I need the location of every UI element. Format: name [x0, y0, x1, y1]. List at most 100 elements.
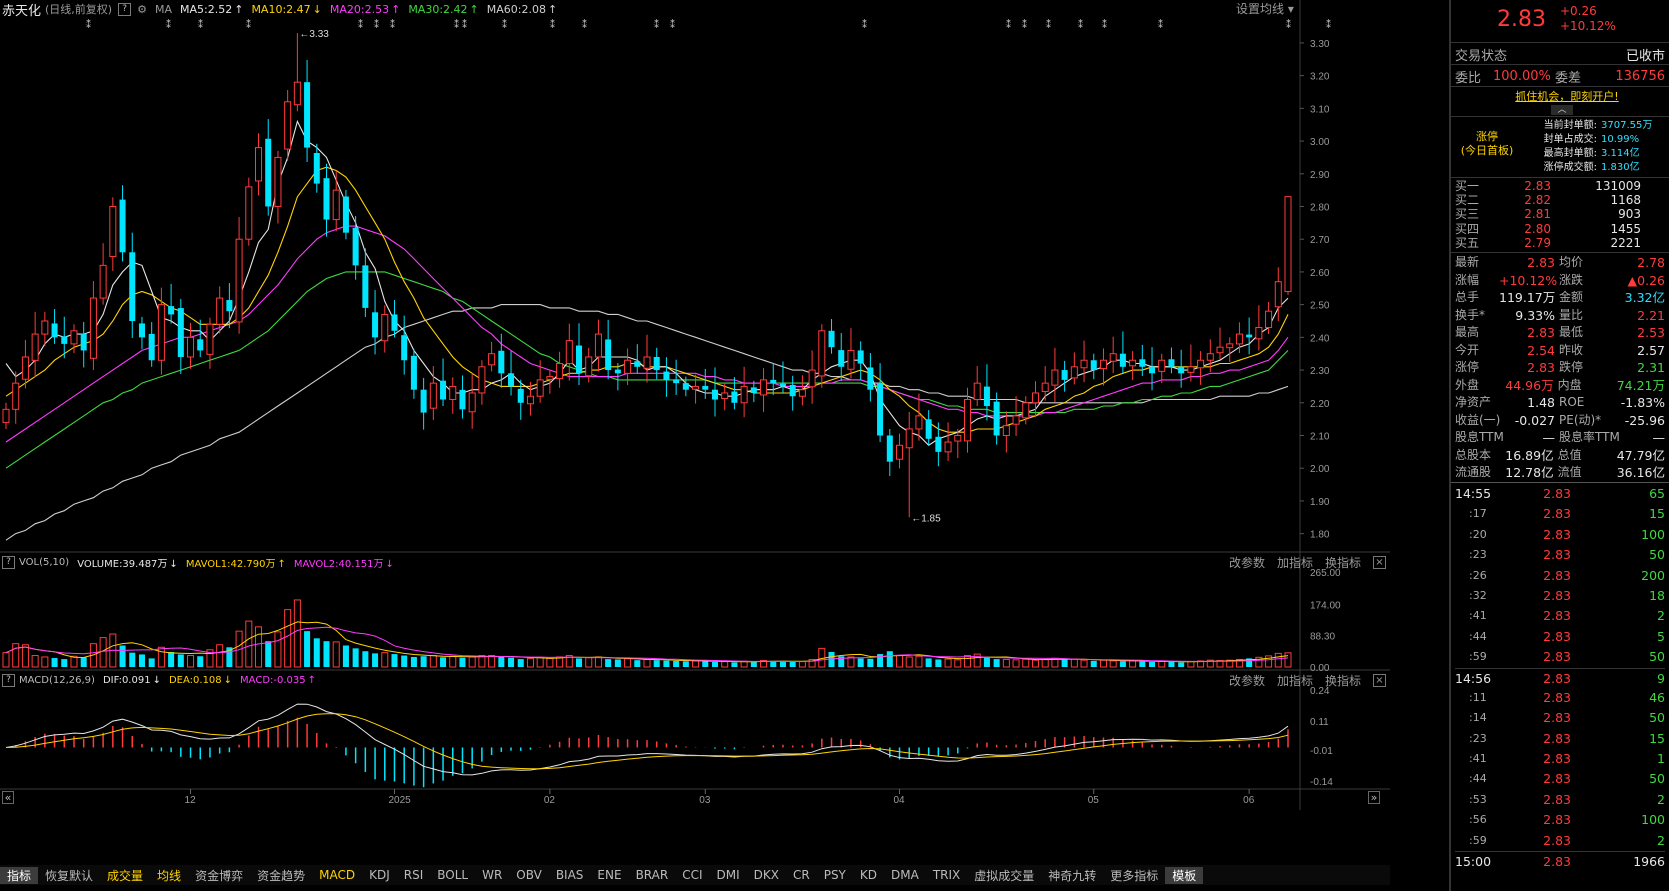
candle[interactable] [1041, 366, 1049, 401]
macd-help-icon[interactable]: ? [2, 673, 15, 687]
candle[interactable] [517, 379, 524, 420]
candle[interactable] [1139, 344, 1146, 376]
event-marker-icon[interactable]: ⁑ [1006, 18, 1011, 31]
candle[interactable] [643, 334, 651, 383]
event-marker-icon[interactable]: ⁑ [550, 18, 555, 31]
candle[interactable] [983, 364, 990, 421]
candle[interactable] [138, 316, 145, 350]
candle[interactable] [235, 216, 243, 334]
candle[interactable] [459, 375, 466, 419]
indicator-tab[interactable]: 资金趋势 [250, 867, 312, 884]
candle[interactable] [877, 363, 884, 443]
candle[interactable] [585, 347, 593, 383]
candle[interactable] [663, 357, 670, 397]
candle[interactable] [546, 370, 554, 394]
bid-row[interactable]: 买一 2.83 131009 [1455, 179, 1665, 193]
bid-row[interactable]: 买四 2.80 1455 [1455, 222, 1665, 236]
candle[interactable] [760, 368, 768, 412]
candle[interactable] [468, 373, 476, 429]
event-marker-icon[interactable]: ⁑ [1286, 18, 1291, 31]
bid-row[interactable]: 买二 2.82 1168 [1455, 193, 1665, 207]
candle[interactable] [157, 287, 165, 375]
candle[interactable] [944, 422, 952, 462]
candle[interactable] [740, 366, 748, 418]
indicator-tab[interactable]: RSI [397, 868, 431, 882]
candle[interactable] [304, 59, 311, 162]
candle[interactable] [488, 341, 496, 372]
scroll-left-button[interactable]: « [2, 791, 14, 804]
indicator-tab[interactable]: ENE [590, 868, 628, 882]
indicator-tab[interactable]: DKX [747, 868, 786, 882]
scroll-right-button[interactable]: » [1368, 791, 1380, 804]
candle[interactable] [808, 350, 816, 404]
indicator-tab[interactable]: TRIX [926, 868, 967, 882]
candle[interactable] [148, 322, 155, 367]
event-marker-icon[interactable]: ⁑ [1078, 18, 1083, 31]
candle[interactable] [410, 349, 417, 399]
candle[interactable] [594, 319, 602, 372]
macd-indicator-name[interactable]: MACD(12,26,9) [19, 675, 95, 686]
candle[interactable] [993, 392, 1000, 445]
candle[interactable] [129, 232, 136, 338]
indicator-tab[interactable]: 指标 [0, 866, 39, 884]
candle[interactable] [332, 170, 340, 232]
indicator-tab[interactable]: DMA [884, 868, 926, 882]
candle[interactable] [1090, 353, 1097, 380]
candle[interactable] [818, 324, 826, 388]
candle[interactable] [1129, 351, 1137, 381]
event-marker-icon[interactable]: ⁑ [1326, 18, 1331, 31]
macd-close-icon[interactable]: × [1373, 673, 1386, 687]
event-marker-icon[interactable]: ⁑ [454, 18, 459, 31]
candle[interactable] [352, 215, 359, 280]
vol-help-icon[interactable]: ? [2, 555, 15, 569]
candle[interactable] [1031, 381, 1039, 418]
candle[interactable] [293, 33, 301, 112]
candle[interactable] [255, 133, 263, 196]
indicator-tab[interactable]: BRAR [629, 868, 676, 882]
candle[interactable] [731, 377, 738, 410]
candle[interactable] [1168, 347, 1175, 374]
candle[interactable] [925, 410, 932, 446]
event-marker-icon[interactable]: ⁑ [670, 18, 675, 31]
indicator-tab[interactable]: 恢复默认 [38, 867, 100, 884]
candle[interactable] [711, 367, 718, 417]
candle[interactable] [449, 377, 457, 414]
candle[interactable] [838, 333, 845, 382]
candle[interactable] [2, 402, 10, 429]
indicator-tab[interactable]: DMI [710, 868, 747, 882]
candle[interactable] [1158, 353, 1166, 384]
vol-close-icon[interactable]: × [1373, 555, 1386, 569]
candle[interactable] [576, 323, 583, 386]
candle[interactable] [391, 300, 398, 338]
candle[interactable] [89, 281, 97, 371]
candle[interactable] [226, 283, 233, 329]
macd-switch-indicator-button[interactable]: 换指标 [1325, 672, 1361, 689]
candle[interactable] [177, 298, 184, 374]
indicator-tab[interactable]: 资金博弈 [188, 867, 250, 884]
candle[interactable] [1012, 396, 1020, 436]
candle[interactable] [1226, 337, 1234, 363]
candle[interactable] [1187, 344, 1195, 382]
open-account-link[interactable]: 抓住机会，即刻开户! [1511, 88, 1623, 104]
candle[interactable] [673, 359, 680, 395]
candle[interactable] [1197, 351, 1205, 385]
indicator-tab[interactable]: CR [786, 868, 817, 882]
candle[interactable] [342, 189, 349, 240]
candle[interactable] [1178, 349, 1185, 388]
candle[interactable] [1216, 327, 1224, 360]
candle[interactable] [847, 328, 855, 379]
candle[interactable] [245, 177, 253, 246]
bid-row[interactable]: 买三 2.81 903 [1455, 207, 1665, 221]
event-marker-icon[interactable]: ⁑ [390, 18, 395, 31]
candle[interactable] [80, 321, 87, 368]
indicator-tab[interactable]: BIAS [549, 868, 591, 882]
indicator-tab[interactable]: CCI [675, 868, 709, 882]
chart-canvas[interactable]: 3.30 3.20 3.10 3.00 2.90 2.80 2.70 2.60 2.50 2.40… [0, 0, 1449, 865]
candle[interactable] [274, 150, 282, 224]
candle[interactable] [265, 119, 272, 216]
indicator-tab[interactable]: KDJ [362, 868, 397, 882]
indicator-tab[interactable]: 成交量 [100, 867, 150, 884]
event-marker-icon[interactable]: ⁑ [1046, 18, 1051, 31]
candle[interactable] [634, 344, 641, 374]
candle[interactable] [857, 341, 864, 381]
